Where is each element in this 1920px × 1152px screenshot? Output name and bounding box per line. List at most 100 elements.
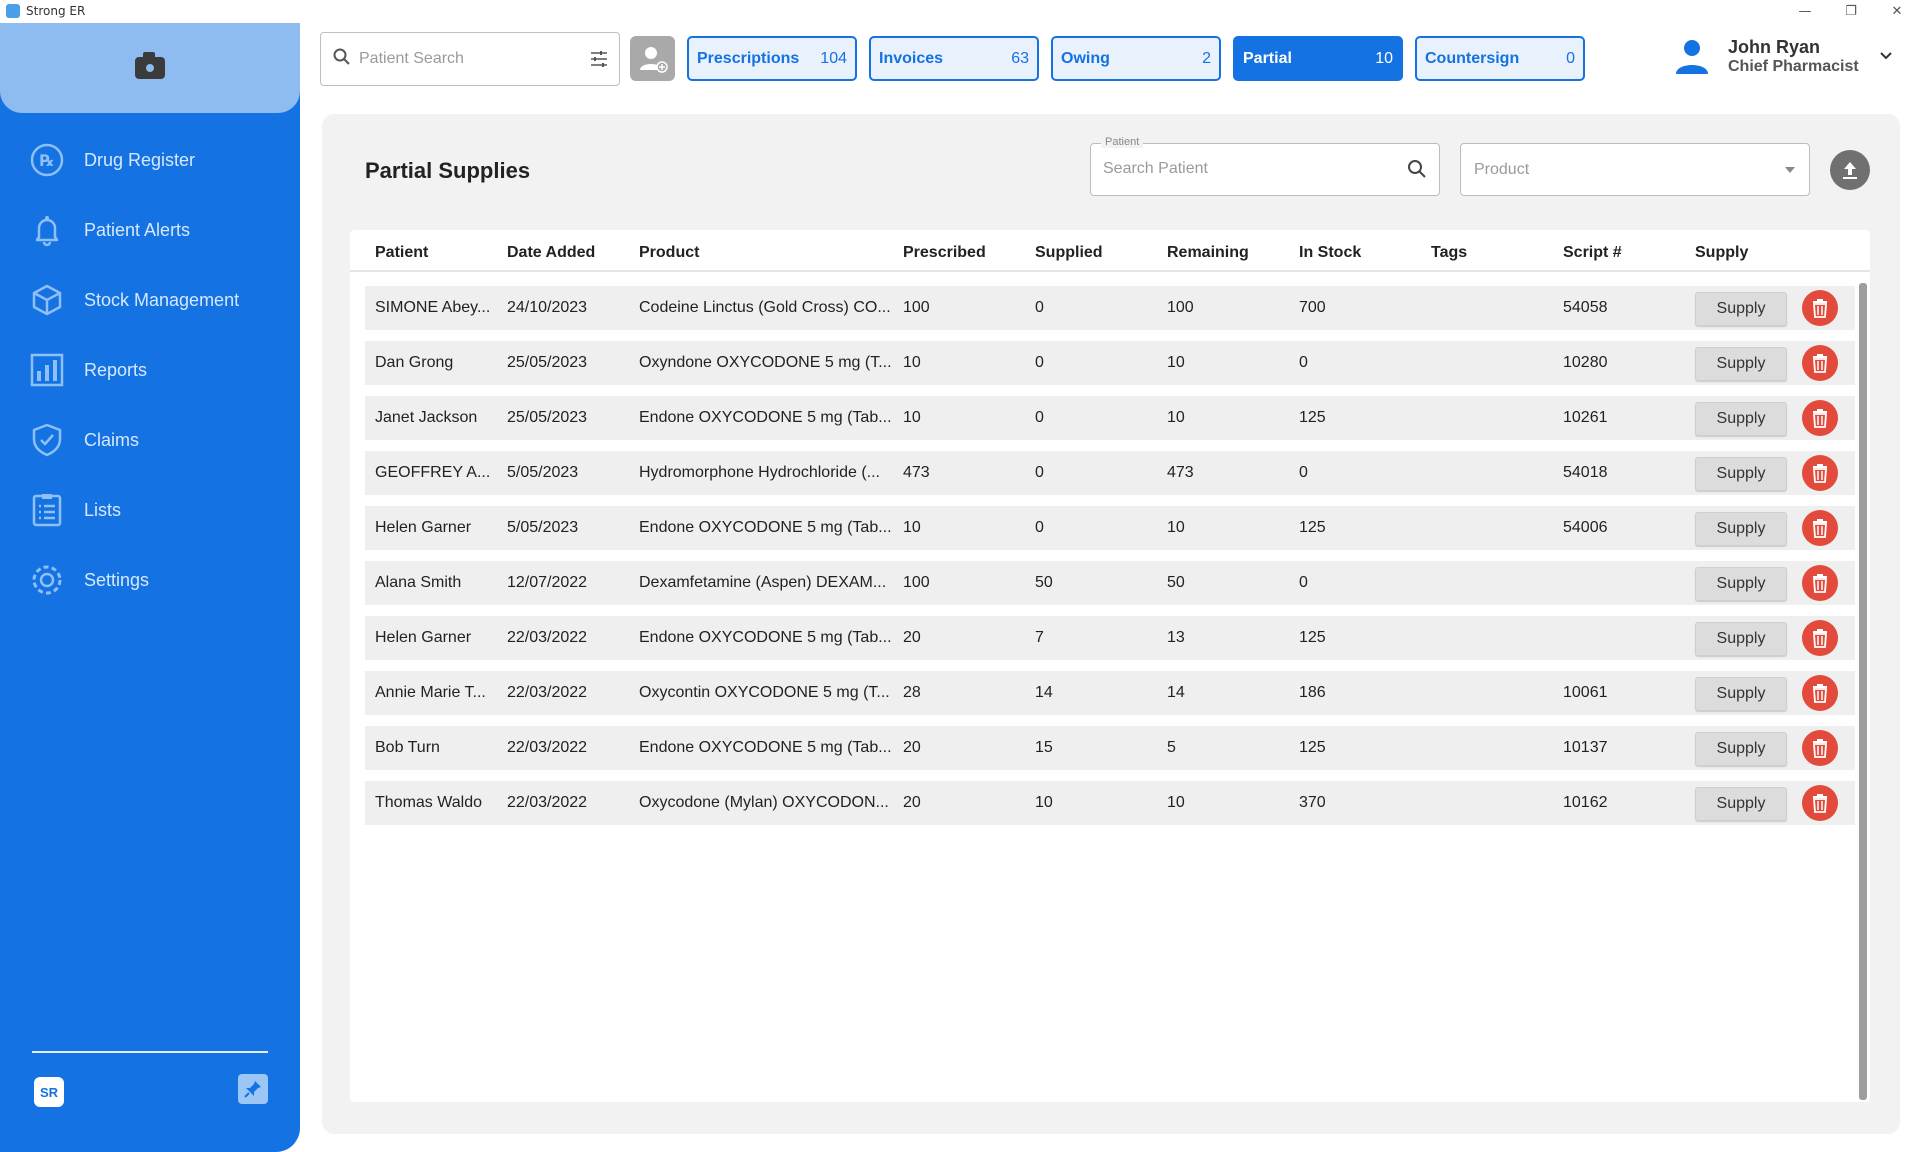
cell-script-number: 10137 — [1563, 739, 1608, 756]
tab-countersign[interactable]: Countersign 0 — [1415, 36, 1585, 81]
tab-label: Owing — [1061, 49, 1110, 67]
dropdown-arrow-icon — [1785, 167, 1795, 173]
cell-script-number: 10162 — [1563, 794, 1608, 811]
delete-button[interactable] — [1802, 455, 1838, 491]
search-icon[interactable] — [1407, 159, 1427, 183]
sidebar-item-settings[interactable]: Settings — [0, 545, 300, 615]
cell-script-number: 54058 — [1563, 299, 1608, 316]
column-header-script[interactable]: Script # — [1563, 244, 1622, 262]
tab-count: 2 — [1202, 49, 1211, 67]
table-row[interactable]: Janet Jackson 25/05/2023 Endone OXYCODONE … — [365, 396, 1855, 440]
table-row[interactable]: Alana Smith 12/07/2022 Dexamfetamine (Aspe… — [365, 561, 1855, 605]
delete-button[interactable] — [1802, 730, 1838, 766]
table-row[interactable]: GEOFFREY A... 5/05/2023 Hydromorphone Hydr… — [365, 451, 1855, 495]
supply-button[interactable]: Supply — [1695, 567, 1787, 601]
cell-prescribed: 28 — [903, 684, 921, 701]
cell-in-stock: 125 — [1299, 739, 1326, 756]
cell-in-stock: 186 — [1299, 684, 1326, 701]
search-icon — [333, 48, 351, 70]
sidebar-item-stock-management[interactable]: Stock Management — [0, 265, 300, 335]
supply-button[interactable]: Supply — [1695, 787, 1787, 821]
patient-search-box — [320, 32, 620, 86]
sidebar-item-lists[interactable]: Lists — [0, 475, 300, 545]
product-filter-select[interactable]: Product — [1460, 143, 1810, 196]
cell-supplied: 7 — [1035, 629, 1044, 646]
cell-script-number: 10261 — [1563, 409, 1608, 426]
restore-button[interactable]: ❐ — [1828, 0, 1874, 22]
close-button[interactable]: ✕ — [1874, 0, 1920, 22]
tab-label: Countersign — [1425, 49, 1520, 67]
table-row[interactable]: Annie Marie T... 22/03/2022 Oxycontin OXYC… — [365, 671, 1855, 715]
supply-button[interactable]: Supply — [1695, 512, 1787, 546]
tab-partial[interactable]: Partial 10 — [1233, 36, 1403, 81]
table-row[interactable]: SIMONE Abey... 24/10/2023 Codeine Linctus … — [365, 286, 1855, 330]
column-header-tags[interactable]: Tags — [1431, 244, 1467, 262]
sidebar-item-drug-register[interactable]: ℞ Drug Register — [0, 125, 300, 195]
column-header-supplied[interactable]: Supplied — [1035, 244, 1103, 262]
patient-search-input[interactable] — [359, 50, 579, 68]
delete-button[interactable] — [1802, 400, 1838, 436]
product-filter-placeholder: Product — [1474, 160, 1530, 178]
cell-patient: GEOFFREY A... — [375, 464, 491, 481]
filter-sliders-icon[interactable] — [589, 49, 609, 73]
camera-icon[interactable] — [135, 52, 165, 79]
supply-button[interactable]: Supply — [1695, 732, 1787, 766]
delete-button[interactable] — [1802, 620, 1838, 656]
tab-invoices[interactable]: Invoices 63 — [869, 36, 1039, 81]
column-header-remaining[interactable]: Remaining — [1167, 244, 1249, 262]
sidebar-item-patient-alerts[interactable]: Patient Alerts — [0, 195, 300, 265]
supply-button[interactable]: Supply — [1695, 402, 1787, 436]
supply-button[interactable]: Supply — [1695, 347, 1787, 381]
sidebar-item-reports[interactable]: Reports — [0, 335, 300, 405]
cell-supplied: 10 — [1035, 794, 1053, 811]
table-row[interactable]: Helen Garner 22/03/2022 Endone OXYCODONE 5… — [365, 616, 1855, 660]
supply-button[interactable]: Supply — [1695, 457, 1787, 491]
user-menu[interactable]: John Ryan Chief Pharmacist — [1672, 36, 1893, 76]
cell-product: Oxycontin OXYCODONE 5 mg (T... — [639, 684, 890, 701]
tab-count: 0 — [1566, 49, 1575, 67]
cell-supplied: 0 — [1035, 299, 1044, 316]
cell-date-added: 12/07/2022 — [507, 574, 588, 591]
export-button[interactable] — [1830, 150, 1870, 190]
column-header-prescribed[interactable]: Prescribed — [903, 244, 986, 262]
add-patient-button[interactable] — [630, 36, 675, 81]
delete-button[interactable] — [1802, 510, 1838, 546]
cell-in-stock: 0 — [1299, 574, 1308, 591]
cell-in-stock: 700 — [1299, 299, 1326, 316]
cell-supplied: 0 — [1035, 464, 1044, 481]
cell-remaining: 50 — [1167, 574, 1185, 591]
column-header-patient[interactable]: Patient — [375, 244, 428, 262]
delete-button[interactable] — [1802, 565, 1838, 601]
supply-button[interactable]: Supply — [1695, 677, 1787, 711]
cell-prescribed: 473 — [903, 464, 930, 481]
supply-button[interactable]: Supply — [1695, 622, 1787, 656]
delete-button[interactable] — [1802, 785, 1838, 821]
column-header-date-added[interactable]: Date Added — [507, 244, 595, 262]
tab-owing[interactable]: Owing 2 — [1051, 36, 1221, 81]
column-header-in-stock[interactable]: In Stock — [1299, 244, 1361, 262]
delete-button[interactable] — [1802, 345, 1838, 381]
sidebar-item-label: Drug Register — [84, 149, 196, 170]
supply-button[interactable]: Supply — [1695, 292, 1787, 326]
app-icon — [6, 4, 20, 18]
tab-prescriptions[interactable]: Prescriptions 104 — [687, 36, 857, 81]
cell-patient: SIMONE Abey... — [375, 299, 491, 316]
user-name: John Ryan — [1728, 36, 1821, 57]
column-header-product[interactable]: Product — [639, 244, 699, 262]
table-scrollbar[interactable] — [1859, 283, 1867, 1100]
patient-filter-input[interactable] — [1103, 160, 1383, 178]
minimize-button[interactable]: — — [1782, 0, 1828, 22]
delete-button[interactable] — [1802, 290, 1838, 326]
table-row[interactable]: Thomas Waldo 22/03/2022 Oxycodone (Mylan) … — [365, 781, 1855, 825]
pin-button[interactable] — [238, 1074, 268, 1104]
box-icon — [30, 283, 64, 317]
cell-product: Codeine Linctus (Gold Cross) CO... — [639, 299, 891, 316]
delete-button[interactable] — [1802, 675, 1838, 711]
chevron-down-icon[interactable] — [1879, 51, 1893, 61]
app-logo: SR — [34, 1077, 64, 1107]
table-row[interactable]: Helen Garner 5/05/2023 Endone OXYCODONE 5 … — [365, 506, 1855, 550]
gear-icon — [30, 563, 64, 597]
sidebar-item-claims[interactable]: Claims — [0, 405, 300, 475]
table-row[interactable]: Bob Turn 22/03/2022 Endone OXYCODONE 5 mg … — [365, 726, 1855, 770]
table-row[interactable]: Dan Grong 25/05/2023 Oxyndone OXYCODONE 5 … — [365, 341, 1855, 385]
